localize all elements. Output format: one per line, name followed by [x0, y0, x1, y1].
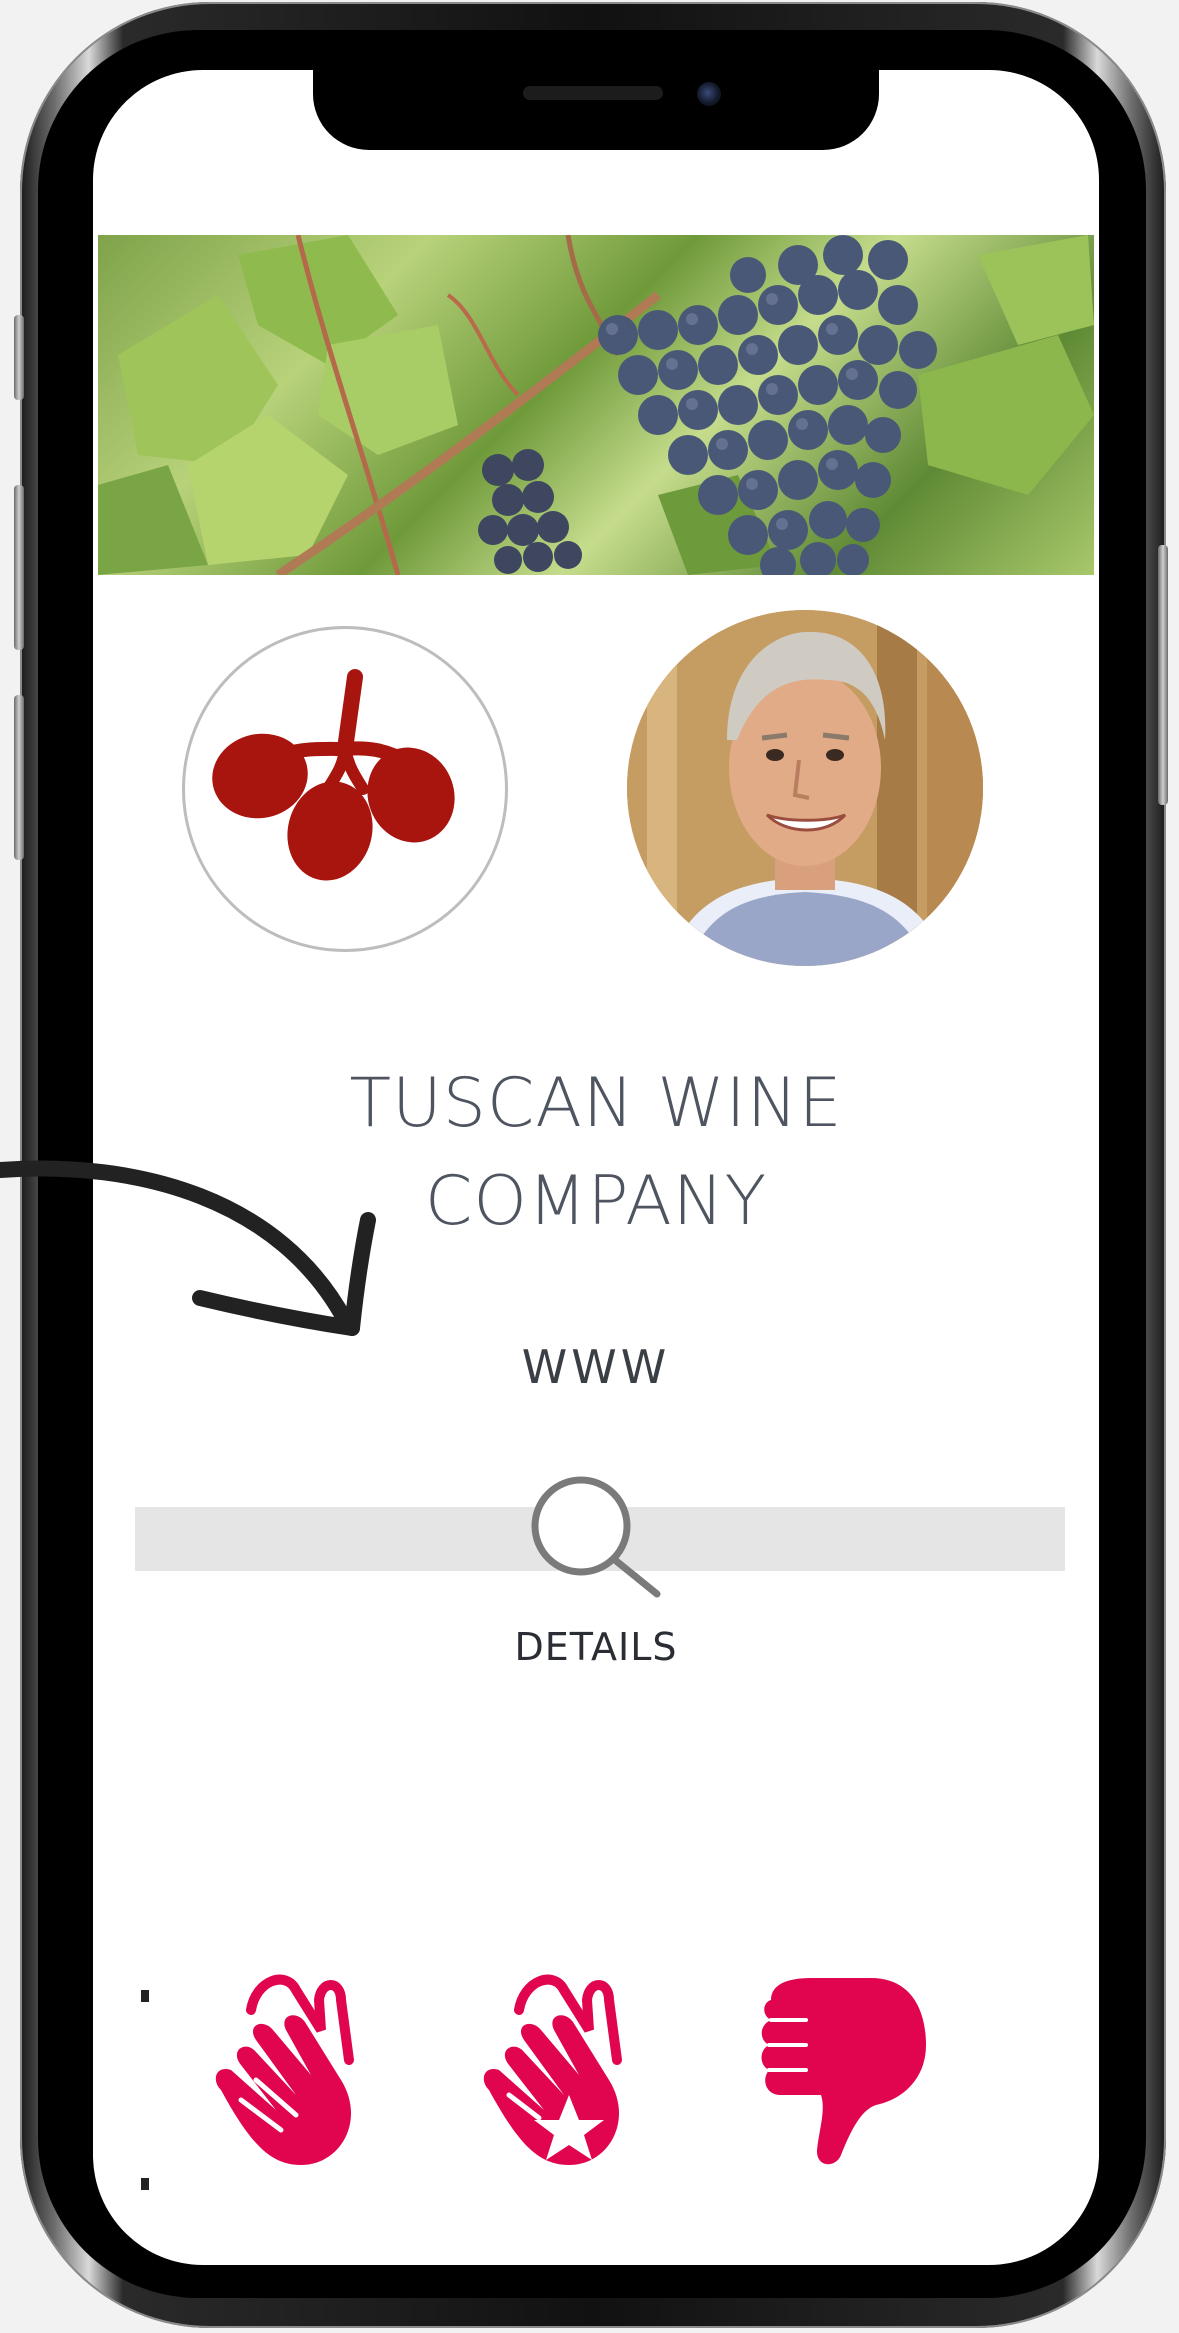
- volume-up-button: [14, 485, 24, 650]
- clap-icon[interactable]: [201, 1970, 371, 2170]
- grapes-banner-image: [98, 235, 1094, 575]
- person-photo: [627, 610, 983, 966]
- company-logo[interactable]: [182, 626, 508, 952]
- corner-mark: [141, 2178, 149, 2190]
- silent-switch: [14, 315, 24, 400]
- details-label[interactable]: DETAILS: [93, 1625, 1099, 1669]
- corner-mark: [141, 1990, 149, 2002]
- front-camera: [697, 82, 721, 106]
- mockup-stage: TUSCAN WINE COMPANY WWW DETAILS: [0, 0, 1179, 2333]
- avatar[interactable]: [627, 610, 983, 966]
- clap-star-icon[interactable]: [469, 1970, 639, 2170]
- annotation-arrow-icon: [0, 1160, 376, 1336]
- volume-down-button: [14, 695, 24, 860]
- reactions-panel: [141, 1860, 1055, 2190]
- power-button: [1158, 545, 1168, 805]
- thumbs-down-icon[interactable]: [751, 1970, 931, 2170]
- speaker-grille: [523, 86, 663, 100]
- grape-logo-icon: [212, 669, 455, 881]
- phone-notch: [313, 70, 879, 150]
- magnifier-icon[interactable]: [521, 1470, 661, 1600]
- company-name-line1: TUSCAN WINE: [349, 1064, 843, 1143]
